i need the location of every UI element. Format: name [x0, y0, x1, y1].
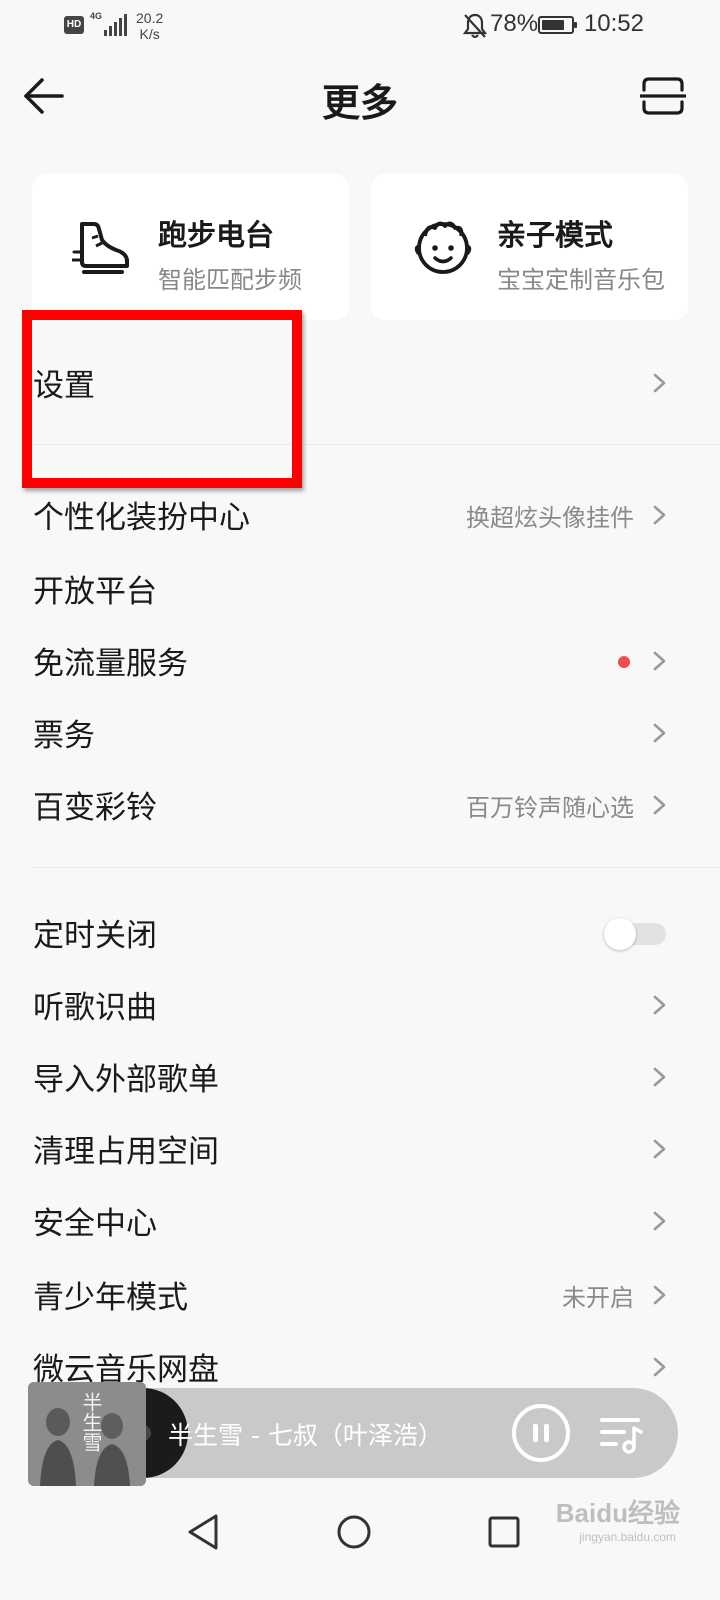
parent-child-mode-card[interactable]: 亲子模式 宝宝定制音乐包: [371, 174, 688, 320]
chevron-right-icon: [650, 372, 670, 394]
row-clear-storage[interactable]: 清理占用空间: [0, 1112, 720, 1184]
chevron-right-icon: [650, 722, 670, 744]
row-label: 票务: [33, 718, 95, 754]
row-label: 个性化装扮中心: [33, 500, 250, 536]
card-title: 跑步电台: [158, 218, 275, 252]
feature-cards: 跑步电台 智能匹配步频 亲子模式 宝宝定制音乐包: [32, 174, 688, 320]
row-tickets[interactable]: 票务: [0, 696, 720, 768]
row-value: 百万铃声随心选: [466, 794, 634, 822]
header: 更多: [0, 52, 720, 140]
speed-unit: K/s: [139, 26, 160, 42]
row-label: 清理占用空间: [33, 1134, 219, 1170]
row-label: 开放平台: [33, 574, 157, 610]
now-playing-title: 半生雪 - 七叔（叶泽浩）: [168, 1421, 443, 1450]
battery-percent: 78%: [490, 10, 539, 37]
row-label: 导入外部歌单: [33, 1062, 219, 1098]
card-title: 亲子模式: [497, 218, 614, 252]
baidu-watermark: Baidu经验: [555, 1498, 680, 1528]
row-label: 青少年模式: [33, 1280, 188, 1316]
chevron-right-icon: [650, 1138, 670, 1160]
row-teen-mode[interactable]: 青少年模式 未开启: [0, 1258, 720, 1330]
row-import-playlist[interactable]: 导入外部歌单: [0, 1040, 720, 1112]
status-bar: HD 4G 20.2 K/s 78% 10:52: [0, 0, 720, 52]
divider: [33, 867, 720, 868]
nav-home-icon[interactable]: [330, 1508, 378, 1556]
chevron-right-icon: [650, 1356, 670, 1378]
nav-recents-icon[interactable]: [480, 1508, 528, 1556]
chevron-right-icon: [650, 1284, 670, 1306]
row-sleep-timer[interactable]: 定时关闭: [0, 896, 720, 968]
cover-title: 半生雪: [79, 1392, 103, 1452]
nav-back-icon[interactable]: [180, 1508, 228, 1556]
network-type: 4G: [90, 11, 103, 21]
network-speed: 20.2 K/s: [136, 10, 163, 42]
notification-dot: [618, 656, 630, 668]
pause-icon[interactable]: [512, 1404, 570, 1462]
row-free-data-service[interactable]: 免流量服务: [0, 624, 720, 696]
battery-icon: [538, 16, 577, 34]
clock: 10:52: [583, 10, 644, 37]
chevron-right-icon: [650, 794, 670, 816]
toggle-knob: [604, 918, 636, 950]
mini-player[interactable]: 半生雪 半生雪 - 七叔（叶泽浩）: [28, 1382, 678, 1486]
playlist-icon[interactable]: [598, 1410, 644, 1456]
row-security-center[interactable]: 安全中心: [0, 1184, 720, 1256]
mute-bell-icon: [462, 12, 488, 40]
baby-face-icon: [411, 216, 472, 276]
chevron-right-icon: [650, 1066, 670, 1088]
running-shoe-icon: [70, 216, 132, 276]
row-value: 换超炫头像挂件: [466, 504, 634, 532]
divider: [33, 444, 720, 445]
chevron-right-icon: [650, 504, 670, 526]
watermark-url: jingyan.baidu.com: [579, 1530, 676, 1544]
row-label: 安全中心: [33, 1206, 157, 1242]
chevron-right-icon: [650, 1210, 670, 1232]
signal-icon: [104, 14, 128, 36]
settings-row[interactable]: 设置: [0, 346, 720, 418]
row-ringtones[interactable]: 百变彩铃 百万铃声随心选: [0, 768, 720, 840]
row-open-platform[interactable]: 开放平台: [0, 552, 720, 624]
chevron-right-icon: [650, 994, 670, 1016]
page-title: 更多: [321, 81, 398, 125]
card-subtitle: 宝宝定制音乐包: [497, 266, 665, 294]
row-label: 听歌识曲: [33, 990, 157, 1026]
scan-icon[interactable]: [639, 76, 687, 116]
speed-value: 20.2: [136, 10, 164, 26]
sleep-timer-toggle[interactable]: [604, 918, 668, 950]
row-song-recognition[interactable]: 听歌识曲: [0, 968, 720, 1040]
row-label: 免流量服务: [33, 646, 188, 682]
row-value: 未开启: [562, 1284, 634, 1312]
row-label: 定时关闭: [33, 918, 157, 954]
hd-badge: HD: [64, 16, 84, 34]
row-personal-decoration[interactable]: 个性化装扮中心 换超炫头像挂件: [0, 478, 720, 550]
card-subtitle: 智能匹配步频: [158, 266, 302, 294]
chevron-right-icon: [650, 650, 670, 672]
album-cover[interactable]: 半生雪: [28, 1382, 146, 1486]
settings-label: 设置: [33, 368, 95, 404]
row-label: 百变彩铃: [33, 790, 157, 826]
running-radio-card[interactable]: 跑步电台 智能匹配步频: [32, 174, 349, 320]
